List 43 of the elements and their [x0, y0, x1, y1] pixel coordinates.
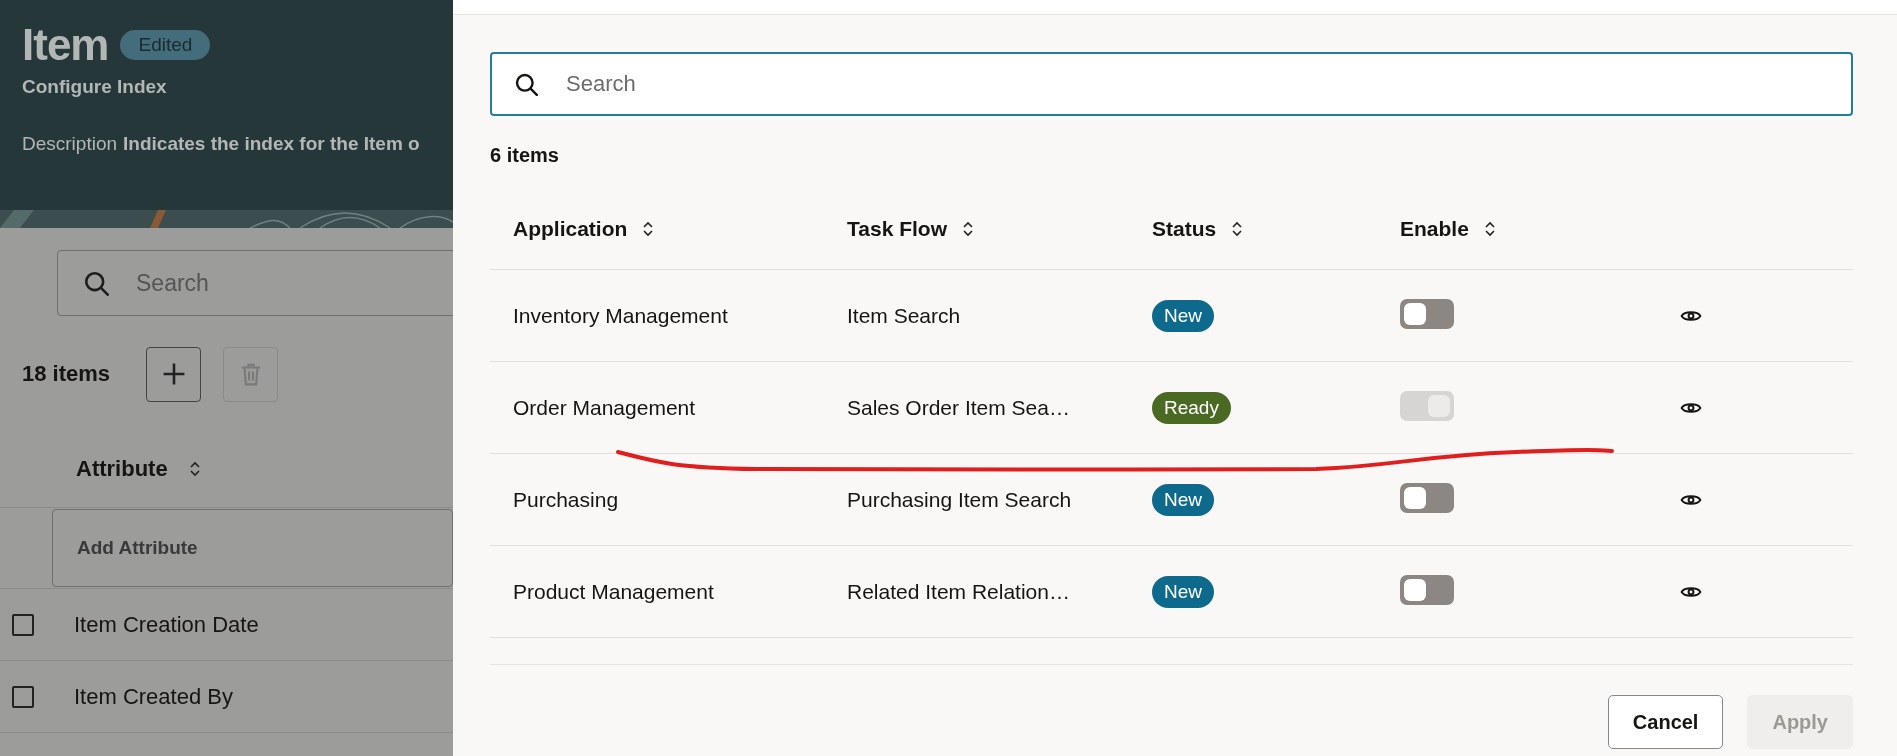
search-field[interactable]: Search [57, 250, 453, 316]
page-title: Item [22, 20, 109, 70]
table-cell: Related Item Relation… [847, 579, 1070, 603]
table-cell: Product Management [513, 579, 714, 603]
table-cell: Item Created By [74, 683, 233, 710]
column-header[interactable]: Enable [1400, 217, 1666, 241]
sort-icon [960, 220, 975, 238]
sort-icon [1482, 220, 1497, 238]
status-badge: Edited [120, 30, 211, 60]
search-icon [514, 72, 538, 96]
row-checkbox[interactable] [12, 685, 34, 708]
toggle-switch[interactable] [1400, 482, 1454, 513]
table-cell: Purchasing [513, 487, 619, 511]
status-badge: New [1152, 299, 1214, 332]
sort-icon [1230, 220, 1245, 238]
table-cell: Inventory Management [513, 303, 728, 327]
page-subtitle: Configure Index [22, 76, 168, 98]
add-attribute-field[interactable]: Add Attribute [52, 509, 453, 587]
toggle-switch[interactable] [1400, 574, 1454, 605]
sort-icon [187, 459, 202, 478]
search-field[interactable]: Search [490, 52, 1853, 116]
description-text: Indicates the index for the Item o [123, 133, 420, 154]
toggle-switch[interactable] [1400, 298, 1454, 329]
table-cell: Sales Order Item Sea… [847, 395, 1070, 419]
column-header[interactable]: Task Flow [847, 217, 1152, 241]
sort-icon [641, 220, 656, 238]
table-cell: Purchasing Item Search [847, 487, 1072, 511]
column-header[interactable]: Application [513, 217, 847, 241]
search-icon [83, 270, 109, 296]
table-cell: Order Management [513, 395, 696, 419]
status-badge: Ready [1152, 391, 1231, 424]
description-label: Description [22, 133, 118, 154]
footer-button[interactable]: Cancel [1607, 695, 1724, 749]
item-count: 6 items [490, 144, 560, 167]
table-cell: Item Search [847, 303, 961, 327]
column-header[interactable]: Status [1152, 217, 1400, 241]
column-header[interactable]: Attribute [76, 455, 202, 482]
row-checkbox[interactable] [12, 613, 34, 636]
status-badge: New [1152, 575, 1214, 608]
status-badge: New [1152, 483, 1214, 516]
item-count: 18 items [22, 361, 111, 387]
add-button[interactable] [146, 346, 202, 402]
table-cell: Item Creation Date [74, 611, 259, 638]
